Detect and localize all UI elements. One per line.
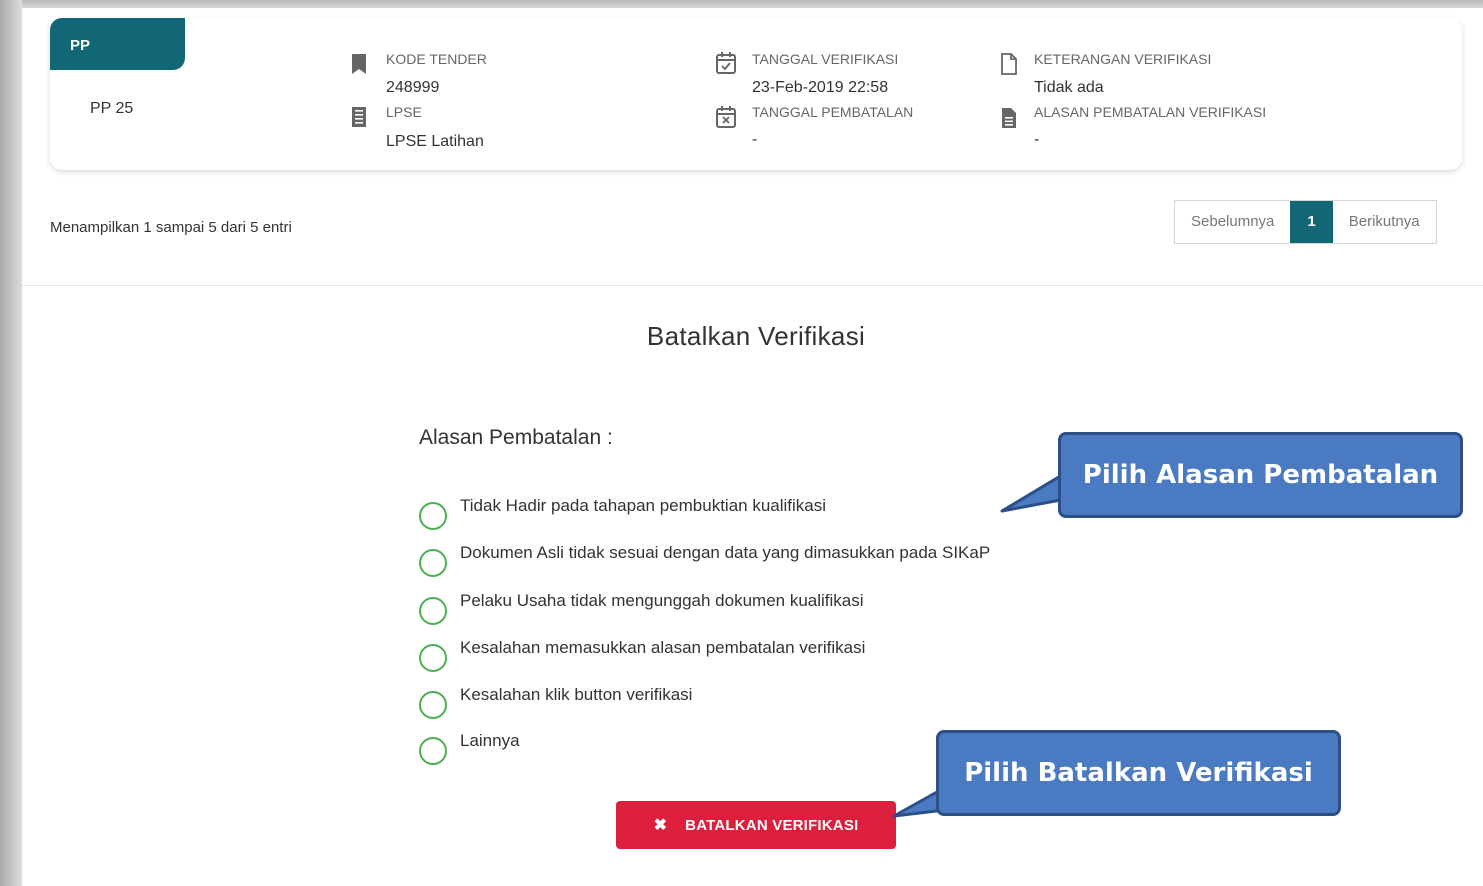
screenshot-frame-top — [0, 0, 1483, 8]
callout-pilih-batalkan: Pilih Batalkan Verifikasi — [936, 730, 1341, 816]
callout-pilih-alasan-text: Pilih Alasan Pembatalan — [1082, 460, 1439, 490]
screenshot-frame-left — [0, 0, 22, 886]
callout-pilih-alasan: Pilih Alasan Pembatalan — [1058, 432, 1463, 518]
page: PP PP 25 KODE TENDER 248999 LPSE LPSE La… — [22, 8, 1483, 886]
callout-pilih-batalkan-text: Pilih Batalkan Verifikasi — [964, 758, 1313, 788]
